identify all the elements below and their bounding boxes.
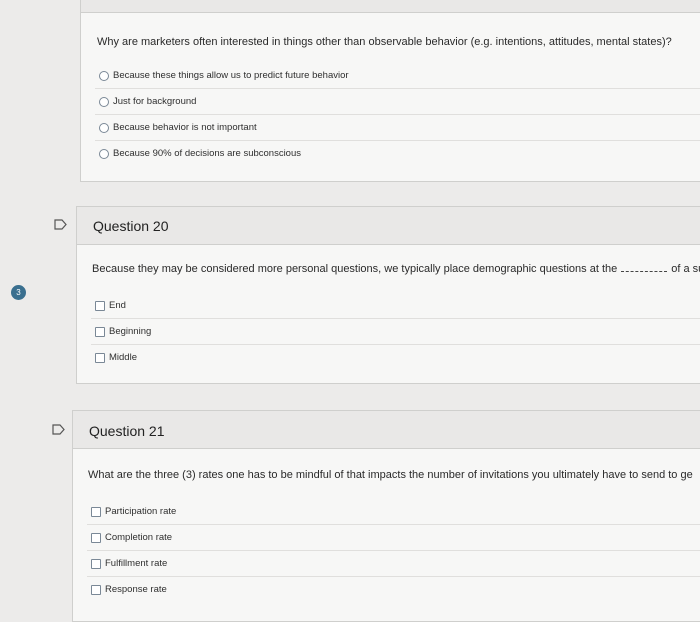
question-20-header: Question 20 bbox=[77, 207, 700, 245]
answer-option-label: Because 90% of decisions are subconsciou… bbox=[113, 148, 302, 159]
answer-option[interactable]: Just for background bbox=[95, 89, 700, 115]
answer-option-label: Response rate bbox=[105, 584, 167, 595]
answer-option-label: Beginning bbox=[109, 326, 152, 337]
question-20-text-before: Because they may be considered more pers… bbox=[92, 263, 618, 275]
question-19-header bbox=[81, 0, 700, 13]
flag-icon[interactable] bbox=[54, 219, 67, 230]
answer-option[interactable]: Middle bbox=[91, 345, 700, 371]
answer-option[interactable]: Because behavior is not important bbox=[95, 115, 700, 141]
answer-option-label: Fulfillment rate bbox=[105, 558, 168, 569]
question-20-text: Because they may be considered more pers… bbox=[92, 263, 700, 275]
answer-option-label: Just for background bbox=[113, 96, 197, 107]
question-21-text: What are the three (3) rates one has to … bbox=[88, 469, 693, 481]
question-19-text: Why are marketers often interested in th… bbox=[97, 36, 672, 48]
answer-option[interactable]: Because these things allow us to predict… bbox=[95, 63, 700, 89]
fill-blank bbox=[621, 271, 668, 272]
question-19-card: Why are marketers often interested in th… bbox=[80, 0, 700, 182]
checkbox[interactable] bbox=[91, 585, 101, 595]
answer-option[interactable]: Participation rate bbox=[87, 499, 700, 525]
checkbox[interactable] bbox=[95, 353, 105, 363]
flag-icon[interactable] bbox=[52, 424, 65, 435]
checkbox[interactable] bbox=[91, 507, 101, 517]
answer-option[interactable]: Fulfillment rate bbox=[87, 551, 700, 577]
radio-button[interactable] bbox=[99, 97, 109, 107]
answer-option-label: End bbox=[109, 300, 126, 311]
question-20-card: Question 20 Because they may be consider… bbox=[76, 206, 700, 384]
question-21-title: Question 21 bbox=[89, 423, 165, 439]
checkbox[interactable] bbox=[91, 559, 101, 569]
answer-option-label: Because these things allow us to predict… bbox=[113, 70, 349, 81]
checkbox[interactable] bbox=[91, 533, 101, 543]
answer-option[interactable]: Response rate bbox=[87, 577, 700, 603]
answer-option-label: Because behavior is not important bbox=[113, 122, 257, 133]
answer-option-label: Completion rate bbox=[105, 532, 173, 543]
question-number-badge: 3 bbox=[11, 285, 26, 300]
question-21-header: Question 21 bbox=[73, 411, 700, 449]
checkbox[interactable] bbox=[95, 301, 105, 311]
question-21-card: Question 21 What are the three (3) rates… bbox=[72, 410, 700, 622]
radio-button[interactable] bbox=[99, 149, 109, 159]
question-20-title: Question 20 bbox=[93, 218, 169, 234]
radio-button[interactable] bbox=[99, 123, 109, 133]
checkbox[interactable] bbox=[95, 327, 105, 337]
answer-option[interactable]: End bbox=[91, 293, 700, 319]
answer-option[interactable]: Completion rate bbox=[87, 525, 700, 551]
answer-option-label: Middle bbox=[109, 352, 137, 363]
answer-option[interactable]: Because 90% of decisions are subconsciou… bbox=[95, 141, 700, 167]
question-20-text-after: of a sur bbox=[671, 263, 700, 275]
radio-button[interactable] bbox=[99, 71, 109, 81]
answer-option-label: Participation rate bbox=[105, 506, 177, 517]
answer-option[interactable]: Beginning bbox=[91, 319, 700, 345]
